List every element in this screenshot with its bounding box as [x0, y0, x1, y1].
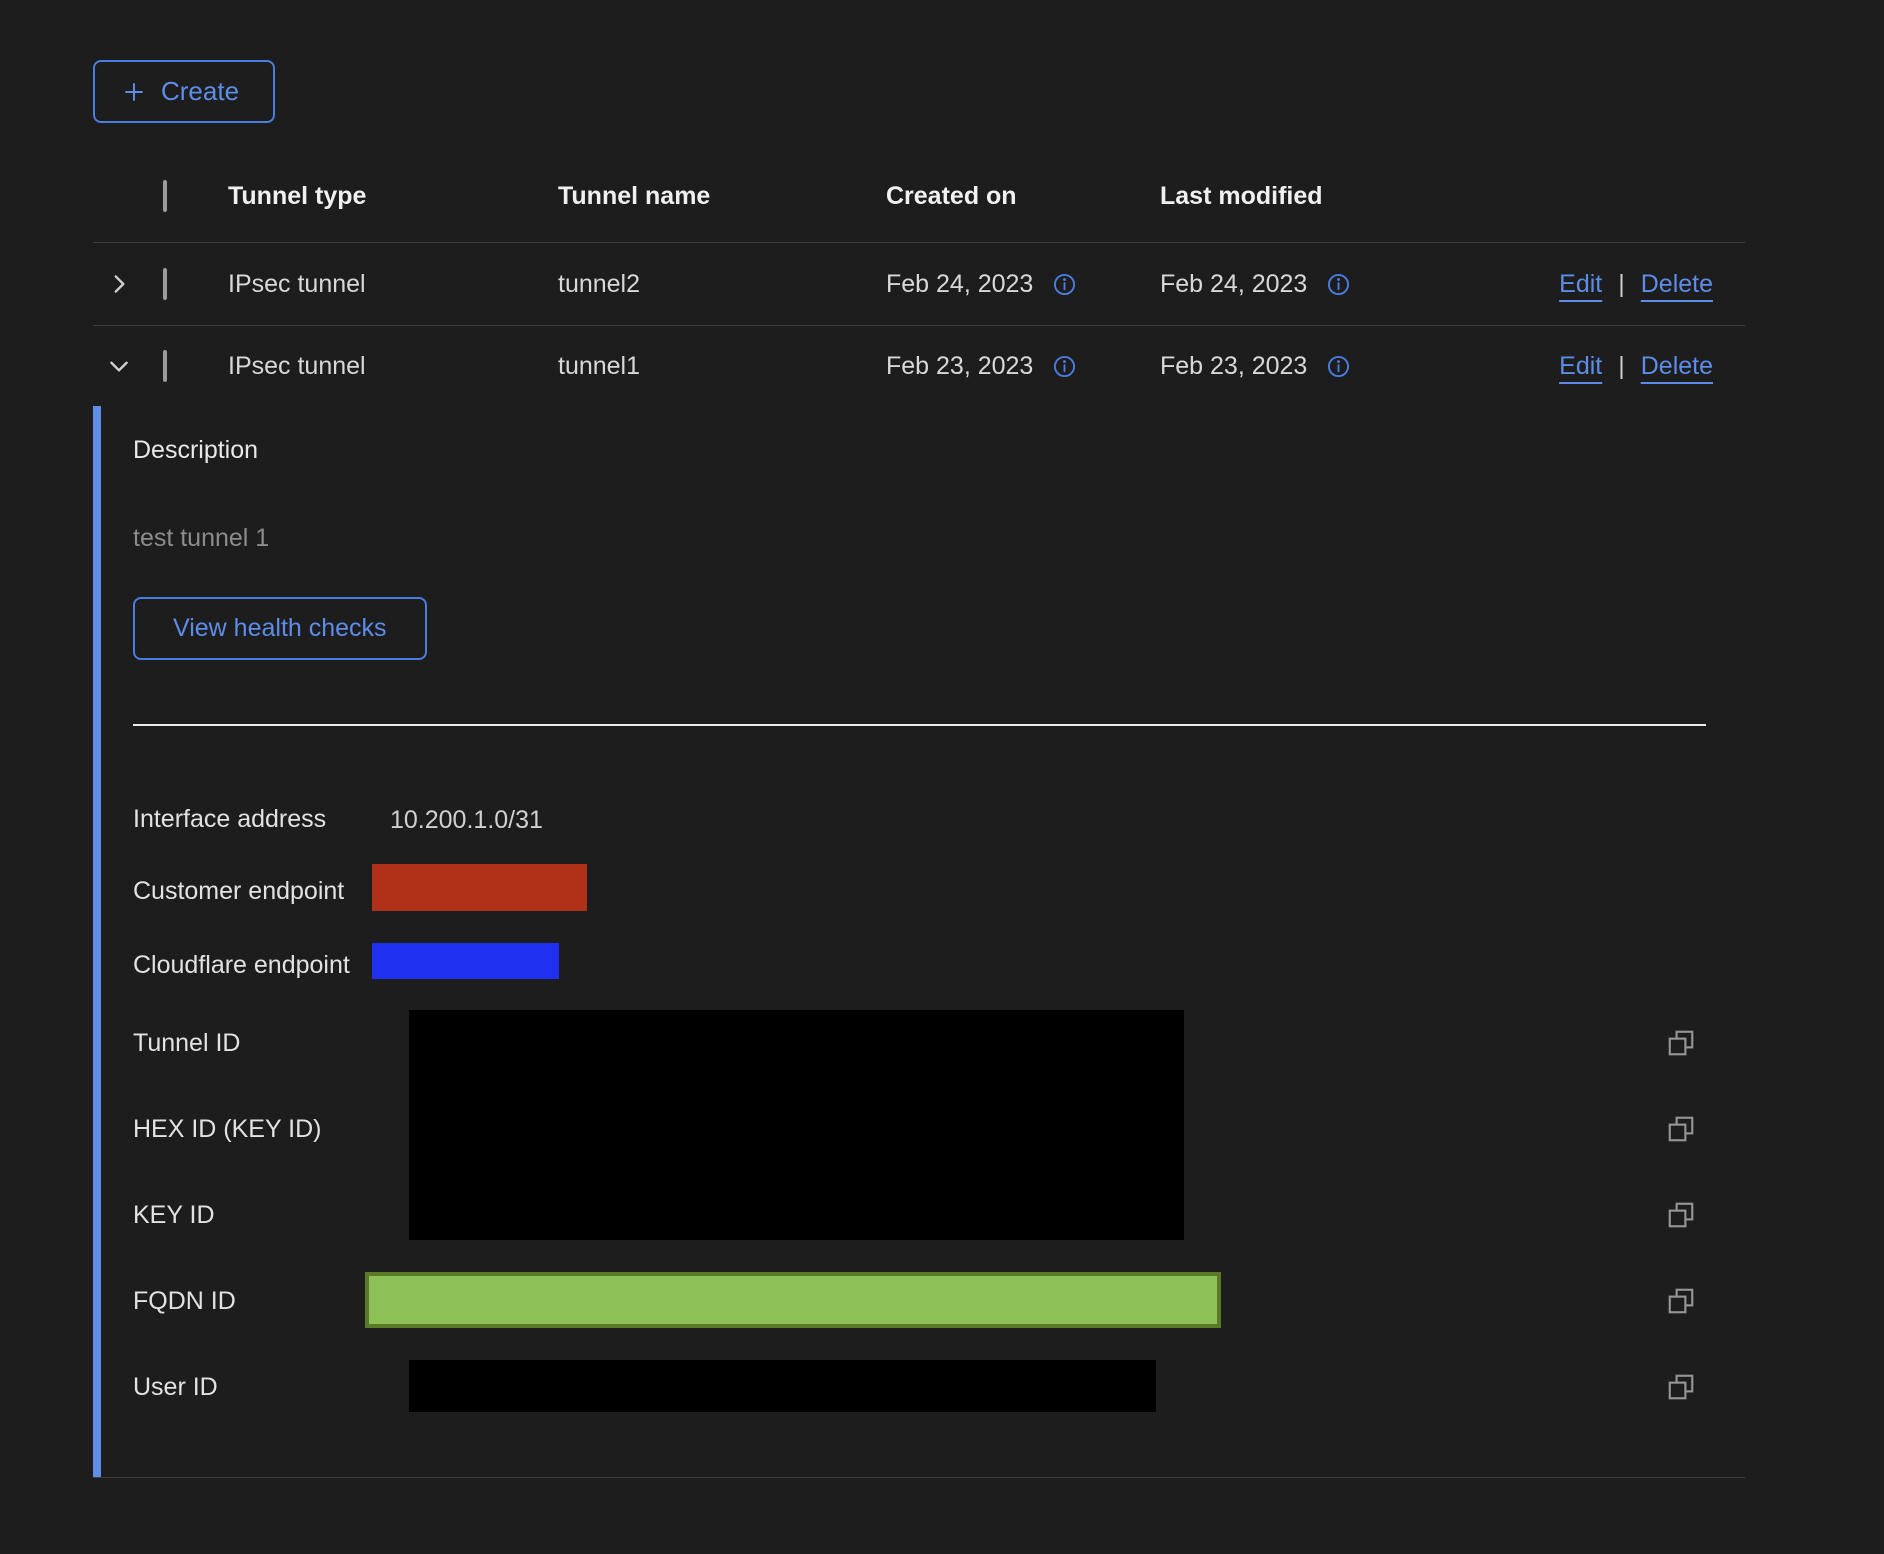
field-label: KEY ID: [133, 1201, 215, 1230]
info-icon[interactable]: [1053, 273, 1076, 296]
customer-endpoint-redaction: [372, 864, 587, 911]
description-label: Description: [133, 436, 258, 465]
table-header: Tunnel type Tunnel name Created on Last …: [93, 150, 1745, 243]
field-row: Cloudflare endpoint: [133, 948, 350, 982]
table-row: IPsec tunnel tunnel1 Feb 23, 2023 Feb 23…: [93, 326, 1745, 406]
column-header-last-modified: Last modified: [1160, 182, 1470, 211]
copy-icon[interactable]: [1666, 1286, 1696, 1316]
field-label: HEX ID (KEY ID): [133, 1115, 321, 1144]
column-header-created-on: Created on: [886, 182, 1160, 211]
field-label: FQDN ID: [133, 1287, 236, 1316]
field-label: Customer endpoint: [133, 877, 344, 906]
copy-icon[interactable]: [1666, 1114, 1696, 1144]
cell-tunnel-name: tunnel2: [558, 270, 886, 299]
cell-tunnel-type: IPsec tunnel: [228, 352, 558, 381]
fqdn-redaction-block: [365, 1272, 1221, 1328]
tunnels-table: Tunnel type Tunnel name Created on Last …: [93, 150, 1745, 406]
info-icon[interactable]: [1327, 355, 1350, 378]
field-row: Interface address: [133, 802, 326, 836]
field-row: FQDN ID: [133, 1284, 236, 1318]
edit-link[interactable]: Edit: [1559, 352, 1602, 381]
description-value: test tunnel 1: [133, 524, 269, 553]
copy-icon[interactable]: [1666, 1200, 1696, 1230]
row-checkbox[interactable]: [163, 350, 167, 382]
table-row: IPsec tunnel tunnel2 Feb 24, 2023 Feb 24…: [93, 243, 1745, 326]
chevron-right-icon: [106, 271, 132, 297]
field-row: HEX ID (KEY ID): [133, 1112, 321, 1146]
cell-tunnel-type: IPsec tunnel: [228, 270, 558, 299]
plus-icon: [121, 79, 147, 105]
field-label: Interface address: [133, 805, 326, 834]
column-header-tunnel-name: Tunnel name: [558, 182, 886, 211]
cell-created-on: Feb 23, 2023: [886, 352, 1033, 381]
field-row: KEY ID: [133, 1198, 215, 1232]
interface-address-value: 10.200.1.0/31: [390, 806, 543, 835]
expand-row-button[interactable]: [93, 271, 163, 297]
tunnels-page: Create Tunnel type Tunnel name Created o…: [0, 0, 1884, 1554]
field-row: User ID: [133, 1370, 218, 1404]
view-health-checks-button[interactable]: View health checks: [133, 597, 427, 660]
row-checkbox[interactable]: [163, 268, 167, 300]
action-separator: |: [1618, 270, 1625, 299]
copy-icon[interactable]: [1666, 1028, 1696, 1058]
user-id-redaction-block: [409, 1360, 1156, 1412]
field-label: Cloudflare endpoint: [133, 951, 350, 980]
ids-redaction-block: [409, 1010, 1184, 1240]
field-row: Customer endpoint: [133, 874, 344, 908]
column-header-tunnel-type: Tunnel type: [228, 182, 558, 211]
info-icon[interactable]: [1053, 355, 1076, 378]
create-button-label: Create: [161, 76, 239, 107]
cell-last-modified: Feb 24, 2023: [1160, 270, 1307, 299]
delete-link[interactable]: Delete: [1641, 270, 1713, 299]
cell-tunnel-name: tunnel1: [558, 352, 886, 381]
create-button[interactable]: Create: [93, 60, 275, 123]
field-label: Tunnel ID: [133, 1029, 240, 1058]
field-row: Tunnel ID: [133, 1026, 240, 1060]
edit-link[interactable]: Edit: [1559, 270, 1602, 299]
section-divider: [133, 724, 1706, 726]
action-separator: |: [1618, 352, 1625, 381]
expansion-indicator-bar: [93, 406, 101, 1477]
expanded-tunnel-panel: Description test tunnel 1 View health ch…: [93, 406, 1745, 1478]
chevron-down-icon: [106, 353, 132, 379]
delete-link[interactable]: Delete: [1641, 352, 1713, 381]
select-all-checkbox[interactable]: [163, 180, 167, 212]
cell-created-on: Feb 24, 2023: [886, 270, 1033, 299]
field-label: User ID: [133, 1373, 218, 1402]
cloudflare-endpoint-redaction: [372, 943, 559, 979]
cell-last-modified: Feb 23, 2023: [1160, 352, 1307, 381]
info-icon[interactable]: [1327, 273, 1350, 296]
copy-icon[interactable]: [1666, 1372, 1696, 1402]
collapse-row-button[interactable]: [93, 353, 163, 379]
